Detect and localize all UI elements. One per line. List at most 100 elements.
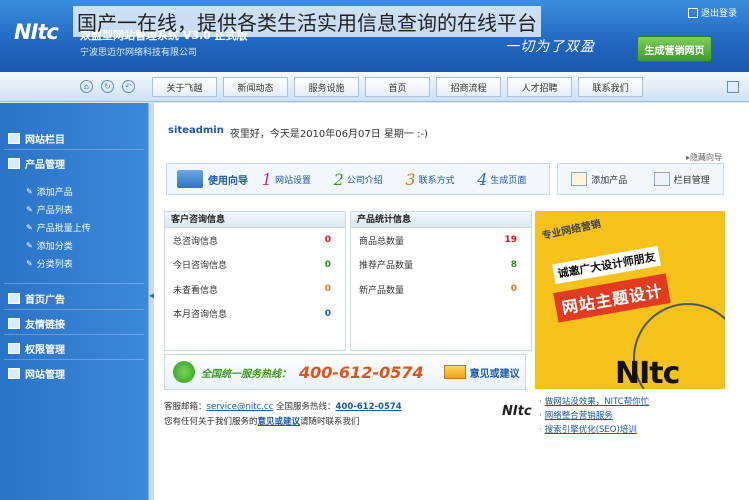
contact-info: 客服邮箱：service@nitc.cc 全国服务热线：400-612-0574… (164, 400, 402, 430)
nav-tab-news[interactable]: 新闻动态 (223, 77, 288, 97)
hide-guide-link[interactable]: ▸隐藏向导 (686, 152, 722, 163)
sidebar-section-ads[interactable]: 首页广告 (8, 291, 65, 306)
suggest-button[interactable]: 意见或建议 (443, 365, 520, 380)
sidebar-section-columns[interactable]: 网站栏目 (8, 131, 65, 146)
step-label: 联系方式 (418, 175, 455, 186)
sidebar-label: 产品管理 (25, 160, 65, 171)
hotline-label: 全国服务热线： (275, 402, 336, 412)
username: siteadmin (168, 125, 224, 136)
table-row: 推荐产品数量 8 (351, 253, 531, 278)
sidebar-item-category-list[interactable]: ✎ 分类列表 (26, 257, 73, 270)
sidebar-item-label: 添加产品 (36, 188, 73, 198)
step-number: 1 (261, 169, 272, 189)
generate-page-button[interactable]: 生成营销网页 (637, 36, 712, 62)
back-icon[interactable]: ↶ (122, 80, 135, 93)
nav-tab-contact[interactable]: 联系我们 (578, 77, 643, 97)
sidebar-item-bulk-upload[interactable]: ✎ 产品批量上传 (26, 221, 91, 234)
column-manage-icon (653, 172, 670, 186)
refresh-icon[interactable]: ↻ (101, 80, 114, 93)
pen-icon: ✎ (26, 241, 33, 250)
row-label: 未查看信息 (173, 285, 219, 296)
nav-tab-jobs[interactable]: 人才招聘 (507, 77, 572, 97)
sidebar-label: 友情链接 (25, 320, 65, 331)
sidebar-section-site[interactable]: 网站管理 (8, 366, 65, 381)
step-label: 公司介绍 (346, 175, 383, 186)
panel-title: 产品统计信息 (351, 212, 531, 228)
row-value[interactable]: 0 (325, 284, 331, 294)
suggest-link[interactable]: 意见或建议 (258, 417, 301, 427)
hotline-link[interactable]: 400-612-0574 (336, 402, 402, 412)
nitc-logo: NItc (14, 20, 59, 44)
home-icon[interactable]: ⌂ (80, 80, 93, 93)
footer-links: · 做网站没效果，NITC帮你忙 · 网络整合营销服务 · 搜索引擎优化(SEO)培训 (539, 395, 649, 437)
table-row: 本月咨询信息 0 (165, 302, 345, 327)
slogan: 一切为了双盈 (505, 39, 595, 55)
sidebar-label: 网站管理 (25, 370, 65, 381)
list-item: · 网络整合营销服务 (539, 409, 613, 423)
add-product-button[interactable]: 添加产品 (571, 172, 627, 186)
row-value[interactable]: 0 (325, 309, 331, 319)
row-value[interactable]: 19 (504, 235, 517, 245)
company-name: 宁波思迈尔网络科技有限公司 (80, 48, 198, 58)
table-row: 今日咨询信息 0 (165, 253, 345, 278)
list-item: · 做网站没效果，NITC帮你忙 (539, 395, 650, 409)
footer-link[interactable]: 做网站没效果，NITC帮你忙 (545, 395, 650, 409)
guide-title-label: 使用向导 (208, 175, 248, 187)
table-row: 新产品数量 0 (351, 277, 531, 302)
guide-step-company-intro[interactable]: 2 公司介绍 (334, 170, 406, 189)
sidebar-item-add-product[interactable]: ✎ 添加产品 (26, 185, 73, 198)
sidebar-item-add-category[interactable]: ✎ 添加分类 (26, 239, 73, 252)
footer-link[interactable]: 搜索引擎优化(SEO)培训 (545, 423, 637, 437)
row-label: 新产品数量 (359, 285, 405, 296)
step-number: 3 (405, 169, 416, 189)
top-nav: ⌂ ↻ ↶ 关于飞越 新闻动态 服务设施 首页 招商流程 人才招聘 联系我们 (0, 72, 749, 102)
divider (4, 283, 144, 284)
row-value[interactable]: 0 (325, 235, 331, 245)
nav-tab-facilities[interactable]: 服务设施 (294, 77, 359, 97)
sidebar-section-permissions[interactable]: 权限管理 (8, 341, 65, 356)
sidebar-item-label: 产品列表 (36, 206, 73, 216)
contact-text: 请随时联系我们 (300, 417, 360, 427)
product-icon (8, 158, 20, 169)
footer-link[interactable]: 网络整合营销服务 (545, 409, 613, 423)
nav-tab-home[interactable]: 首页 (365, 77, 430, 97)
quick-label: 栏目管理 (673, 175, 710, 186)
guide-step-contact[interactable]: 3 联系方式 (405, 170, 477, 189)
email-link[interactable]: service@nitc.cc (207, 402, 274, 412)
table-row: 未查看信息 0 (165, 277, 345, 302)
envelope-icon (443, 365, 466, 379)
guide-step-generate[interactable]: 4 生成页面 (477, 170, 549, 189)
guide-step-site-settings[interactable]: 1 网站设置 (262, 170, 334, 189)
sidebar: 网站栏目 产品管理 ✎ 添加产品 ✎ 产品列表 ✎ 产品批量上传 ✎ 添加分类 … (0, 103, 148, 500)
step-label: 网站设置 (274, 175, 311, 186)
sidebar-section-links[interactable]: 友情链接 (8, 316, 65, 331)
add-product-icon (571, 172, 588, 186)
expand-icon[interactable] (727, 81, 739, 93)
row-value[interactable]: 8 (511, 260, 517, 270)
hotline-bar: 全国统一服务热线： 400-612-0574 意见或建议 (164, 354, 526, 390)
permission-icon (8, 343, 20, 354)
sidebar-item-label: 产品批量上传 (36, 224, 91, 234)
list-item: · 搜索引擎优化(SEO)培训 (539, 423, 637, 437)
nav-tab-investment[interactable]: 招商流程 (436, 77, 501, 97)
usage-guide: 使用向导 1 网站设置 2 公司介绍 3 联系方式 4 生成页面 (166, 163, 550, 195)
row-label: 今日咨询信息 (173, 261, 228, 272)
overlay-caption: 国产一在线，提供各类生活实用信息查询的在线平台 (73, 6, 541, 37)
pen-icon: ✎ (26, 205, 33, 214)
row-label: 总咨询信息 (173, 236, 219, 247)
exit-link[interactable]: 退出登录 (687, 6, 737, 19)
email-label: 客服邮箱： (164, 402, 207, 412)
sidebar-item-product-list[interactable]: ✎ 产品列表 (26, 203, 73, 216)
row-value[interactable]: 0 (325, 260, 331, 270)
row-value[interactable]: 0 (511, 284, 517, 294)
sidebar-section-products[interactable]: 产品管理 (8, 156, 65, 171)
ad-banner[interactable]: 专业网络营销 诚邀广大设计师朋友 网站主题设计 NItc (535, 211, 725, 389)
phone-icon (173, 361, 195, 383)
guide-icon (177, 170, 203, 188)
divider (4, 334, 144, 335)
row-label: 商品总数量 (359, 236, 405, 247)
link-icon (8, 318, 20, 329)
column-manage-button[interactable]: 栏目管理 (653, 172, 710, 186)
nav-tab-about[interactable]: 关于飞越 (152, 77, 217, 97)
pen-icon: ✎ (26, 187, 33, 196)
